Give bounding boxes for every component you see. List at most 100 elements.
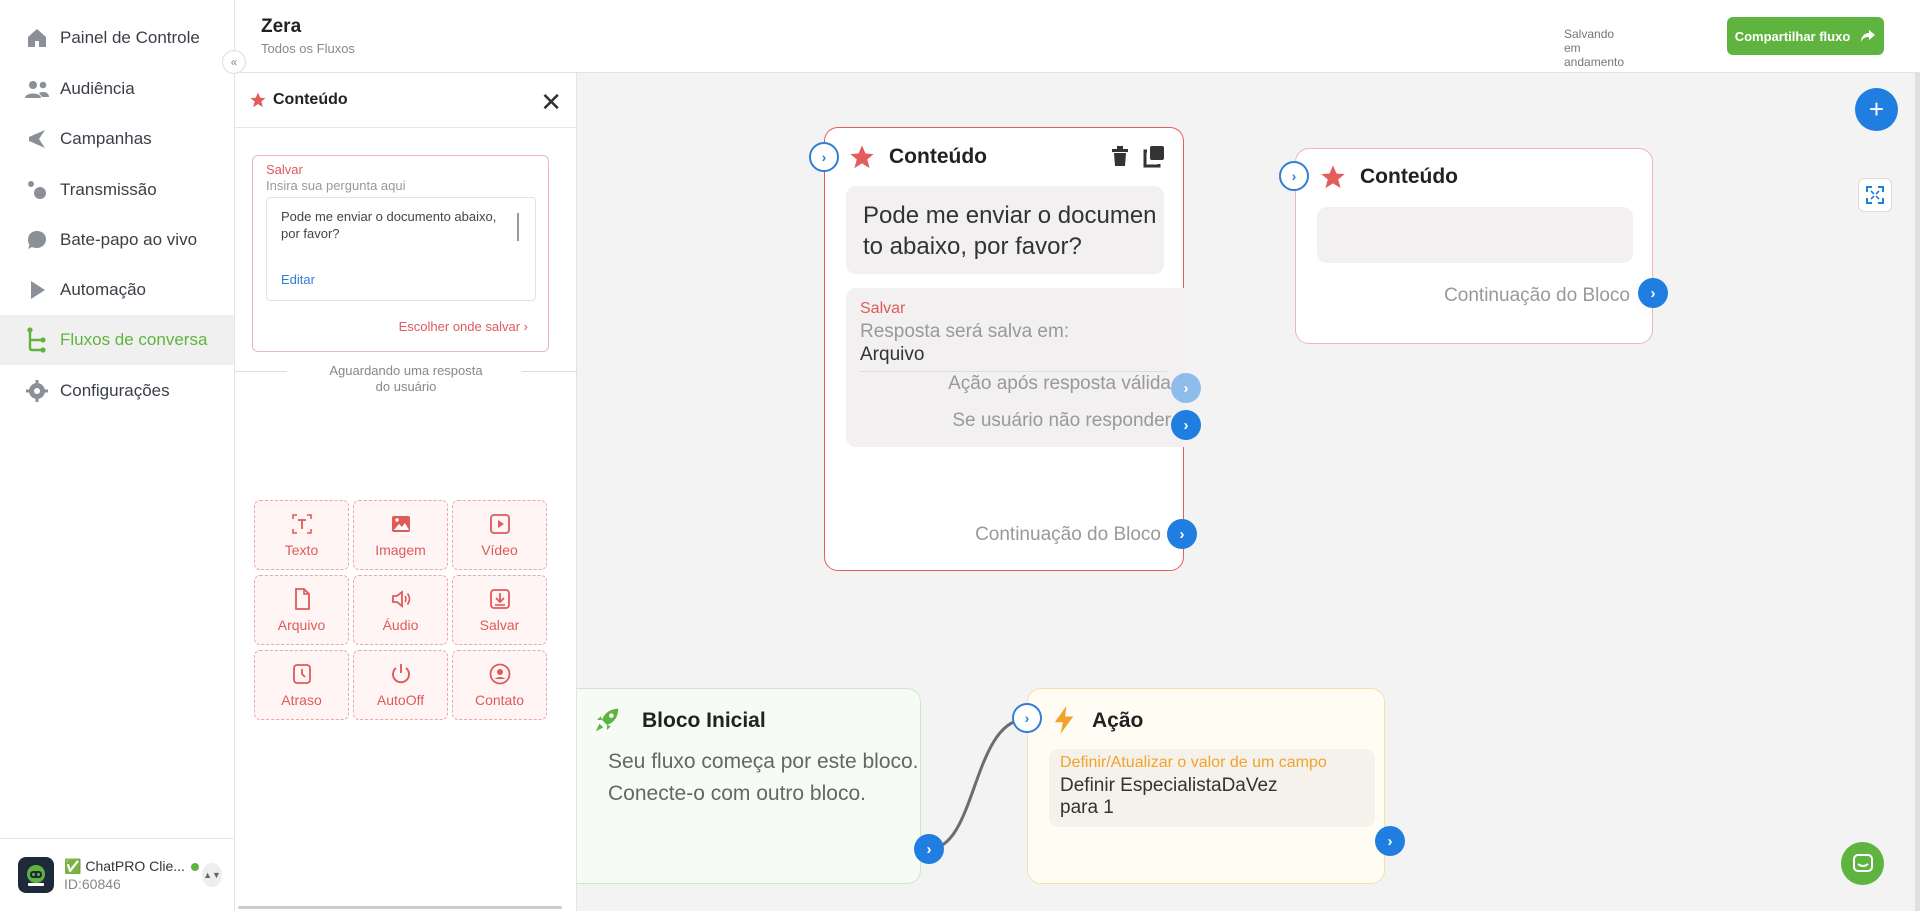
fit-view-button[interactable] [1858, 178, 1892, 212]
switch-account-icon[interactable]: ▲▼ [202, 863, 222, 887]
delay-icon [292, 664, 311, 684]
node-title: Conteúdo [889, 145, 987, 168]
divider [522, 371, 577, 372]
add-text-button[interactable]: Texto [254, 500, 349, 570]
online-status-dot [190, 863, 199, 871]
add-block-button[interactable]: + [1855, 88, 1898, 131]
sidebar-item-dashboard[interactable]: Painel de Controle [0, 13, 234, 63]
broadcast-icon [24, 177, 50, 203]
action-output-connector[interactable]: › [1375, 826, 1405, 856]
no-response-connector[interactable]: › [1171, 410, 1201, 440]
sidebar-item-live-chat[interactable]: Bate-papo ao vivo [0, 215, 234, 265]
lightning-icon [1054, 706, 1074, 734]
star-icon [250, 92, 266, 108]
sidebar: Painel de Controle Audiência Campanhas T… [0, 0, 235, 911]
node-input-connector[interactable]: › [1279, 161, 1309, 191]
waiting-text: Aguardando uma resposta do usuário [329, 363, 483, 394]
flow-canvas[interactable]: Conteúdo Pode me enviar o documen to aba… [577, 73, 1920, 911]
sidebar-item-label: Painel de Controle [60, 28, 200, 47]
avatar [18, 857, 54, 893]
power-icon [391, 664, 410, 684]
duplicate-icon[interactable] [1142, 144, 1166, 168]
share-icon [1861, 30, 1876, 42]
continuation-connector[interactable]: › [1638, 278, 1668, 308]
chat-icon [24, 227, 50, 253]
add-contact-button[interactable]: Contato [452, 650, 547, 720]
text-icon [291, 514, 312, 534]
node-title: Ação [1092, 709, 1144, 732]
contact-icon [489, 663, 510, 685]
verified-check-icon: ✅ [64, 858, 82, 874]
content-node[interactable]: Conteúdo Pode me enviar o documen to aba… [824, 127, 1185, 571]
no-response-label: Se usuário não responder [952, 410, 1171, 431]
add-save-button[interactable]: Salvar [452, 575, 547, 645]
add-autooff-button[interactable]: AutoOff [353, 650, 448, 720]
vertical-scrollbar[interactable] [1915, 73, 1920, 911]
flow-icon [24, 327, 50, 353]
collapse-sidebar-button[interactable]: « [222, 50, 246, 74]
continuation-connector[interactable]: › [1167, 519, 1197, 549]
node-input-connector[interactable]: › [1012, 703, 1042, 733]
campaign-icon [24, 126, 50, 152]
gear-icon [24, 378, 50, 404]
sidebar-item-label: Campanhas [60, 129, 152, 148]
share-flow-button[interactable]: Compartilhar fluxo [1727, 17, 1884, 55]
sidebar-item-label: Transmissão [60, 180, 157, 199]
content-panel: Conteúdo ✕ Salvar Insira sua pergunta aq… [235, 73, 577, 911]
top-bar: Zera Todos os Fluxos [235, 0, 1920, 73]
automation-icon [24, 277, 50, 303]
image-icon [391, 516, 410, 532]
sidebar-item-settings[interactable]: Configurações [0, 366, 234, 416]
add-image-button[interactable]: Imagem [353, 500, 448, 570]
sidebar-item-flows[interactable]: Fluxos de conversa [0, 315, 234, 365]
message-bubble[interactable]: Pode me enviar o documen to abaixo, por … [846, 186, 1164, 274]
empty-message-bubble[interactable] [1317, 207, 1633, 263]
sidebar-item-label: Bate-papo ao vivo [60, 230, 198, 249]
plus-icon: + [1868, 94, 1885, 124]
sidebar-item-campaigns[interactable]: Campanhas [0, 114, 234, 164]
save-icon [489, 589, 510, 609]
action-item[interactable]: Definir/Atualizar o valor de um campo De… [1049, 749, 1375, 827]
valid-response-connector[interactable]: › [1171, 373, 1201, 403]
edit-link[interactable]: Editar [281, 272, 315, 287]
chevron-right-icon: › [523, 319, 528, 334]
add-delay-button[interactable]: Atraso [254, 650, 349, 720]
sidebar-item-broadcast[interactable]: Transmissão [0, 165, 234, 215]
question-textarea[interactable]: Pode me enviar o documento abaixo, por f… [266, 197, 536, 301]
start-node[interactable]: Bloco Inicial Seu fluxo começa por este … [577, 688, 921, 884]
breadcrumb[interactable]: Todos os Fluxos [261, 41, 355, 56]
add-audio-button[interactable]: Áudio [353, 575, 448, 645]
add-video-button[interactable]: Vídeo [452, 500, 547, 570]
flow-title[interactable]: Zera [261, 16, 301, 38]
question-placeholder: Insira sua pergunta aqui [266, 178, 406, 193]
rocket-icon [595, 708, 619, 732]
valid-response-label: Ação após resposta válida [948, 373, 1171, 394]
panel-header: Conteúdo ✕ [235, 73, 576, 128]
audio-icon [391, 590, 410, 608]
start-output-connector[interactable]: › [914, 834, 944, 864]
sidebar-item-label: Configurações [60, 381, 170, 400]
content-node-2[interactable]: Conteúdo Continuação do Bloco [1295, 148, 1653, 344]
sidebar-item-automation[interactable]: Automação [0, 265, 234, 315]
choose-save-target-link[interactable]: Escolher onde salvar › [399, 319, 528, 334]
close-icon[interactable]: ✕ [540, 87, 562, 118]
node-input-connector[interactable]: › [809, 142, 839, 172]
save-label: Salvar [266, 162, 303, 177]
chat-icon [1852, 853, 1873, 872]
support-chat-button[interactable] [1841, 842, 1884, 885]
scrollbar[interactable] [517, 213, 519, 241]
action-node[interactable]: Ação Definir/Atualizar o valor de um cam… [1027, 688, 1385, 884]
users-icon [24, 76, 50, 102]
home-icon [24, 25, 50, 51]
save-response-block[interactable]: Salvar Resposta será salva em: Arquivo A… [846, 288, 1185, 447]
account-name: ChatPRO Clie... [85, 858, 185, 874]
add-file-button[interactable]: Arquivo [254, 575, 349, 645]
account-switcher[interactable]: ✅ ChatPRO Clie... ID:60846 ▲▼ [0, 838, 234, 911]
video-icon [489, 514, 510, 534]
sidebar-item-audience[interactable]: Audiência [0, 64, 234, 114]
waiting-response-divider: Aguardando uma resposta do usuário [235, 363, 577, 395]
horizontal-scrollbar[interactable] [238, 906, 562, 909]
trash-icon[interactable] [1109, 144, 1131, 168]
account-id: ID:60846 [64, 876, 121, 892]
content-type-grid: Texto Imagem Vídeo Arquivo Áudio Salvar … [254, 500, 547, 720]
